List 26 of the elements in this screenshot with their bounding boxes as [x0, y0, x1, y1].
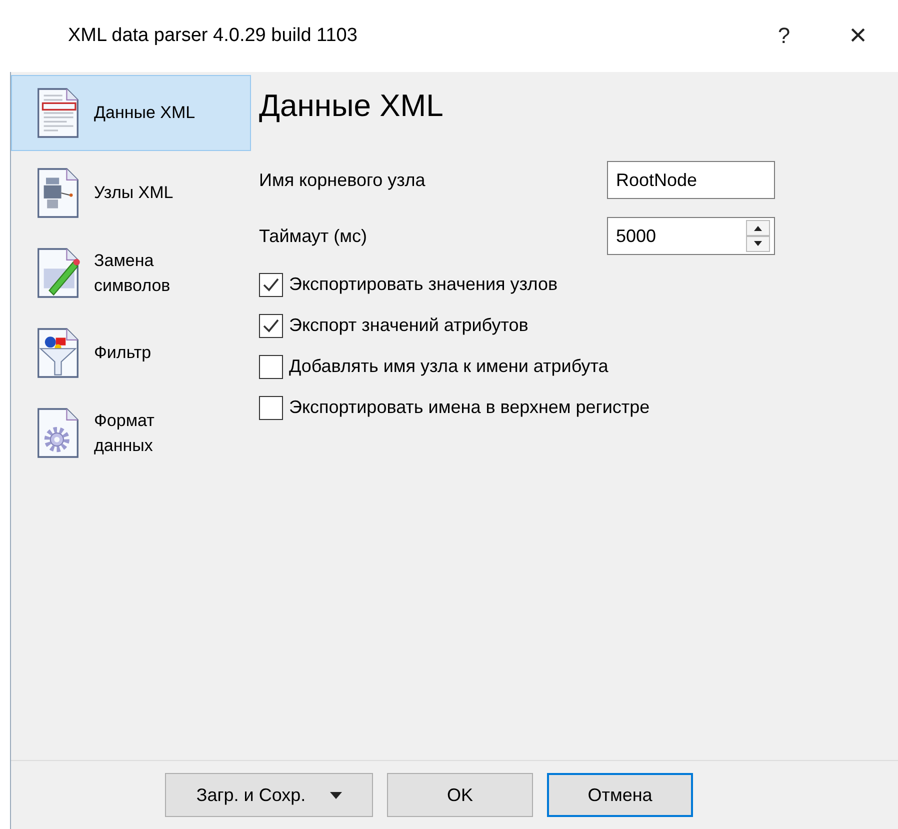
page-heading: Данные XML	[259, 88, 444, 124]
dropdown-button[interactable]: Загр. и Сохр.	[165, 773, 373, 817]
checkbox[interactable]	[259, 314, 283, 338]
close-button[interactable]: ×	[830, 19, 886, 53]
caret-icon	[330, 792, 342, 798]
sidebar-item[interactable]: Фильтр	[11, 315, 251, 391]
checkbox-label: Экспортировать значения узлов	[289, 274, 558, 295]
sidebar-item[interactable]: Формат данных	[11, 395, 251, 471]
checkbox[interactable]	[259, 354, 283, 378]
window-title: XML data parser 4.0.29 build 1103	[68, 25, 358, 47]
checkbox-label: Добавлять имя узла к имени атрибута	[289, 356, 608, 377]
spin-field[interactable]: 5000	[607, 217, 775, 255]
sidebar-item[interactable]: Данные XML	[11, 75, 251, 151]
checkbox-label: Экспортировать имена в верхнем регистре	[289, 397, 650, 418]
sidebar-item[interactable]: Узлы XML	[11, 155, 251, 231]
dialog-button[interactable]: Отмена	[547, 773, 693, 817]
checkbox[interactable]	[259, 396, 283, 420]
input-field[interactable]: RootNode	[607, 161, 775, 199]
dialog-button[interactable]: OK	[387, 773, 533, 817]
sidebar-item[interactable]: Замена символов	[11, 235, 251, 311]
field-label: Имя корневого узла	[259, 170, 426, 190]
spin-arrows-icon[interactable]	[746, 220, 770, 252]
checkbox[interactable]	[259, 272, 283, 296]
field-label: Таймаут (мс)	[259, 226, 368, 246]
help-button[interactable]: ?	[756, 23, 812, 49]
checkbox-label: Экспорт значений атрибутов	[289, 315, 528, 336]
